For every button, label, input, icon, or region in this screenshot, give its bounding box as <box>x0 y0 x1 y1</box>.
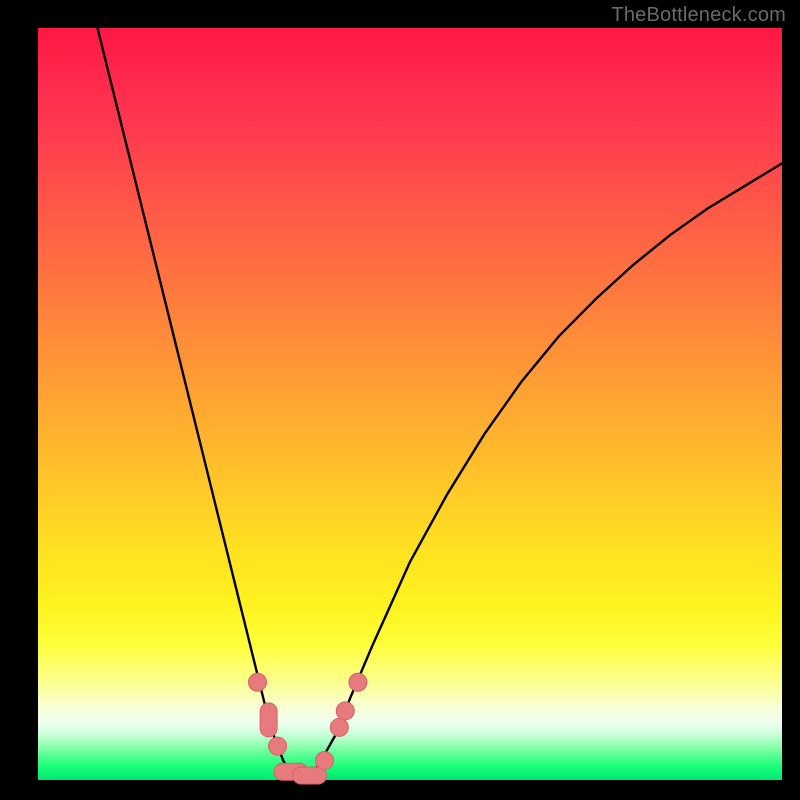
marker-hcapsule <box>293 767 327 784</box>
marker-circle <box>315 751 333 769</box>
bottleneck-curve <box>98 28 782 777</box>
marker-circle <box>336 702 354 720</box>
chart-frame: TheBottleneck.com <box>0 0 800 800</box>
watermark-text: TheBottleneck.com <box>611 4 786 27</box>
marker-circle <box>269 737 287 755</box>
markers-group <box>248 673 366 784</box>
plot-area <box>38 28 782 780</box>
marker-circle <box>330 718 348 736</box>
marker-circle <box>349 673 367 691</box>
marker-circle <box>248 673 266 691</box>
chart-svg <box>38 28 782 780</box>
marker-vcapsule <box>260 703 277 737</box>
